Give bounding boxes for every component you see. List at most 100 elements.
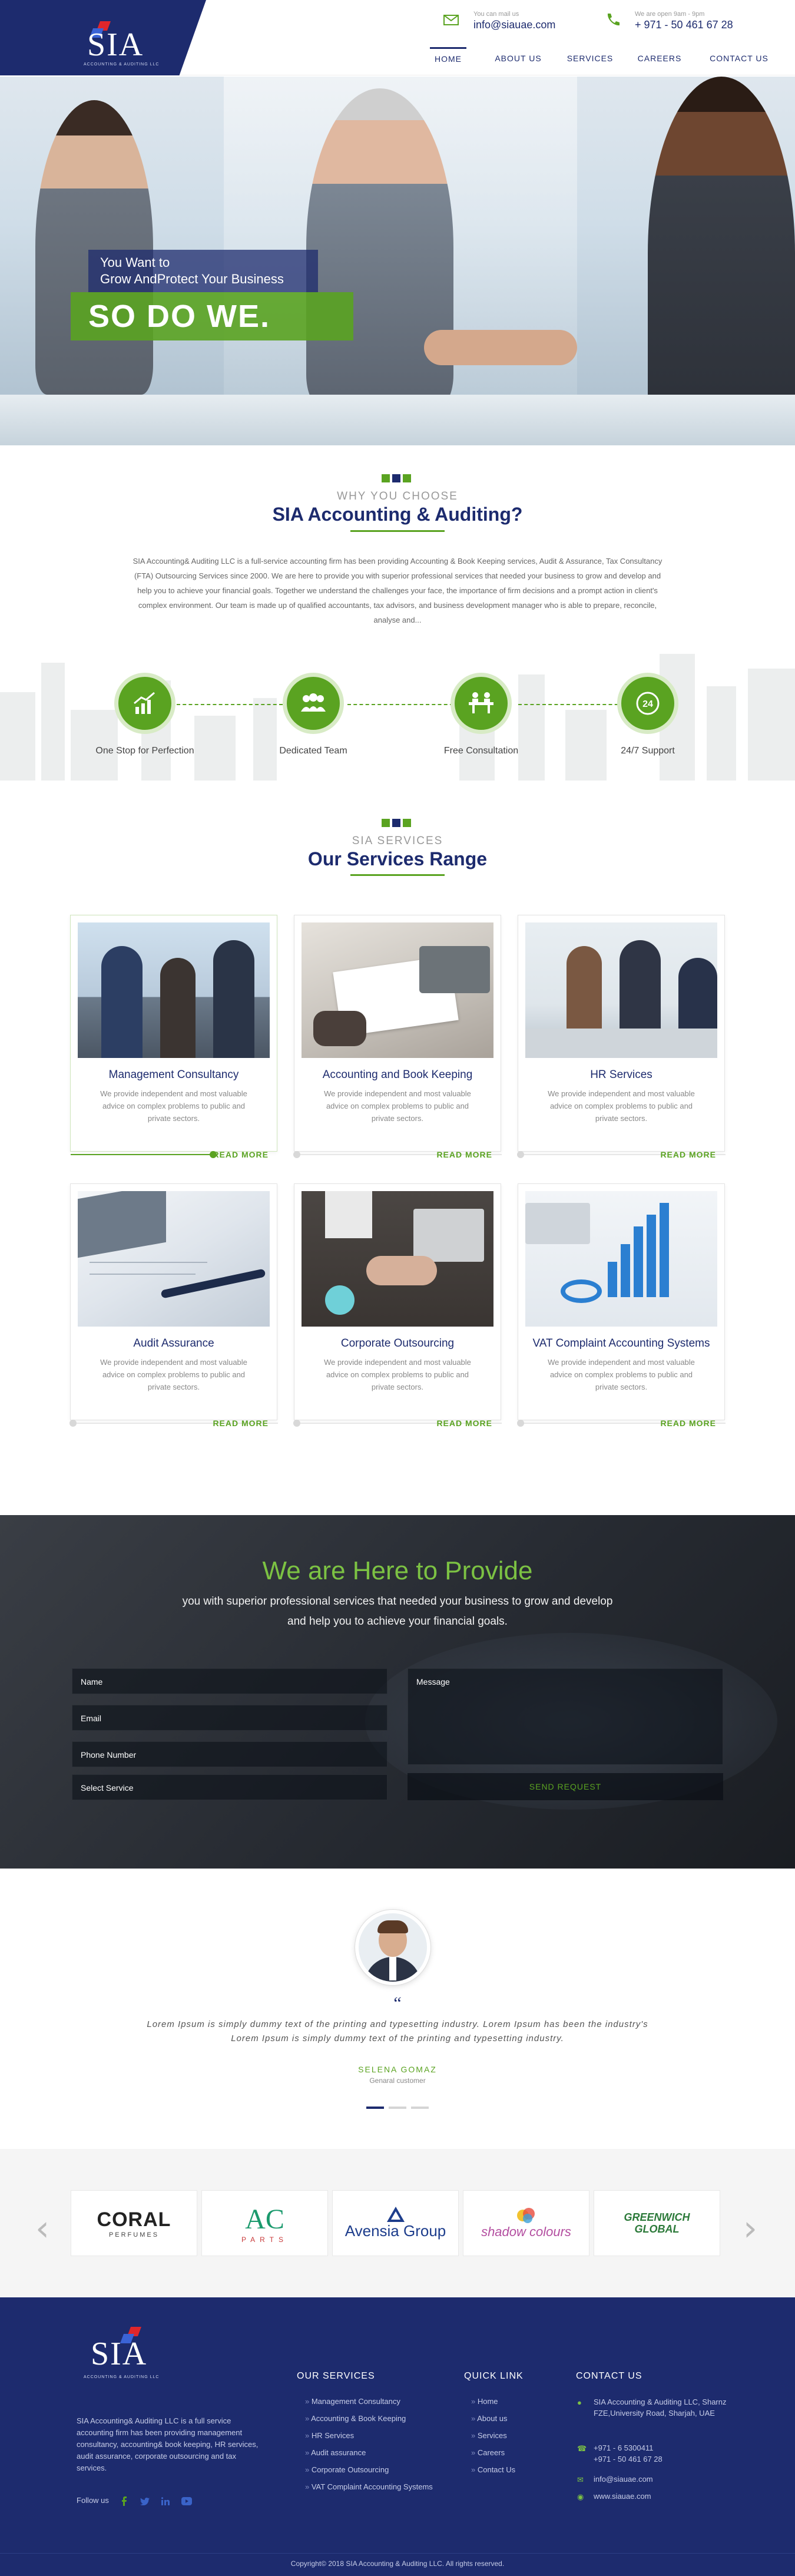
clients-next-arrow-icon[interactable]: › [743, 2208, 757, 2249]
services-title: Our Services Range [307, 848, 488, 869]
footer-phone-2[interactable]: +971 - 50 461 67 28 [594, 2453, 736, 2465]
follow-us-label: Follow us [77, 2496, 109, 2505]
footer-phone-1[interactable]: +971 - 6 5300411 [594, 2442, 736, 2453]
phone-contact[interactable]: We are open 9am - 9pm + 971 - 50 461 67 … [604, 8, 734, 35]
service-card-hr[interactable]: HR Services We provide independent and m… [517, 915, 726, 1159]
service-card-vat[interactable]: VAT Complaint Accounting Systems We prov… [517, 1183, 726, 1428]
carousel-dot[interactable] [411, 2107, 429, 2109]
nav-services[interactable]: SERVICES [561, 47, 620, 75]
request-form-section: We are Here to Provide you with superior… [0, 1515, 795, 1869]
client-logo-avensia[interactable]: Avensia Group [332, 2190, 459, 2256]
service-select[interactable]: Select Service [72, 1774, 387, 1800]
service-title: HR Services [590, 1069, 652, 1081]
read-more-link[interactable]: READ MORE [436, 1150, 492, 1159]
service-image [302, 922, 493, 1058]
service-title: Accounting and Book Keeping [322, 1069, 473, 1081]
linkedin-icon[interactable] [161, 2497, 170, 2505]
site-header: SIA ACCOUNTING & AUDITING LLC You can ma… [0, 0, 795, 75]
footer-address: ● SIA Accounting & Auditing LLC, Sharnz … [577, 2396, 736, 2419]
carousel-dot[interactable] [389, 2107, 406, 2109]
growth-chart-icon [114, 673, 175, 734]
clients-prev-arrow-icon[interactable]: ‹ [35, 2208, 49, 2249]
service-card-management[interactable]: Management Consultancy We provide indepe… [70, 915, 277, 1159]
footer-service-link[interactable]: Management Consultancy [305, 2393, 433, 2410]
service-image [525, 1191, 717, 1327]
mail-contact[interactable]: You can mail us info@siauae.com [443, 8, 561, 35]
footer-service-link[interactable]: VAT Complaint Accounting Systems [305, 2478, 433, 2495]
footer-service-link[interactable]: Corporate Outsourcing [305, 2461, 433, 2478]
form-title: We are Here to Provide [262, 1556, 533, 1585]
nav-careers[interactable]: CAREERS [630, 47, 689, 75]
clients-section: ‹ › CORAL PERFUMES AC PARTS Avensia Grou… [0, 2149, 795, 2297]
client-name: GREENWICH GLOBAL [624, 2211, 690, 2235]
meeting-icon [450, 673, 512, 734]
footer-quick-link[interactable]: Services [471, 2427, 515, 2444]
service-progress-dot [69, 1420, 77, 1427]
footer-services-list: Management Consultancy Accounting & Book… [305, 2393, 433, 2495]
message-field[interactable]: Message [408, 1668, 723, 1765]
hero-partner-figure [648, 77, 795, 430]
service-description: We provide independent and most valuable… [100, 1089, 247, 1123]
read-more-link[interactable]: READ MORE [213, 1418, 269, 1428]
name-field[interactable]: Name [72, 1668, 387, 1694]
form-subtitle-line-1: you with superior professional services … [182, 1595, 613, 1608]
service-title: Audit Assurance [133, 1337, 214, 1350]
footer-email-text[interactable]: info@siauae.com [594, 2475, 653, 2484]
client-logo-coral[interactable]: CORAL PERFUMES [71, 2190, 197, 2256]
nav-contact[interactable]: CONTACT US [701, 47, 777, 75]
phone-field[interactable]: Phone Number [72, 1741, 387, 1767]
map-pin-icon: ● [577, 2398, 582, 2407]
hero-tagline: You Want to Grow AndProtect Your Busines… [88, 250, 318, 292]
feature-free-consultation: Free Consultation [422, 673, 540, 756]
read-more-link[interactable]: READ MORE [660, 1150, 716, 1159]
phone-value[interactable]: + 971 - 50 461 67 28 [635, 19, 733, 31]
send-request-button[interactable]: SEND REQUEST [408, 1773, 723, 1800]
logo-panel[interactable]: SIA ACCOUNTING & AUDITING LLC [0, 0, 206, 75]
carousel-dot-active[interactable] [366, 2107, 384, 2109]
footer-service-link[interactable]: Audit assurance [305, 2444, 433, 2461]
read-more-link[interactable]: READ MORE [213, 1150, 269, 1159]
client-sub: PERFUMES [108, 2231, 160, 2238]
client-logo-ac-parts[interactable]: AC PARTS [201, 2190, 328, 2256]
copyright: Copyright© 2018 SIA Accounting & Auditin… [0, 2553, 795, 2568]
envelope-icon: ✉ [577, 2475, 584, 2484]
read-more-link[interactable]: READ MORE [660, 1418, 716, 1428]
mail-label: You can mail us [473, 11, 519, 18]
quote-icon: “ [393, 1993, 402, 2013]
service-card-outsourcing[interactable]: Corporate Outsourcing We provide indepen… [293, 1183, 502, 1428]
envelope-icon [443, 15, 459, 25]
footer-email: ✉ info@siauae.com [577, 2474, 736, 2485]
youtube-icon[interactable] [181, 2497, 192, 2505]
testimonial-role: Genaral customer [369, 2076, 426, 2085]
footer-quick-link[interactable]: About us [471, 2410, 515, 2427]
service-description: We provide independent and most valuable… [548, 1089, 695, 1123]
nav-about[interactable]: ABOUT US [489, 47, 548, 75]
mail-value[interactable]: info@siauae.com [473, 19, 555, 31]
footer-service-link[interactable]: HR Services [305, 2427, 433, 2444]
footer-quick-link[interactable]: Home [471, 2393, 515, 2410]
client-logo-shadow-colours[interactable]: shadow colours [463, 2190, 589, 2256]
footer-logo-text[interactable]: SIA [91, 2335, 147, 2373]
footer-website-text[interactable]: www.siauae.com [594, 2492, 651, 2501]
hero-banner: You Want to Grow AndProtect Your Busines… [0, 77, 795, 445]
footer-phones: ☎ +971 - 6 5300411 +971 - 50 461 67 28 [577, 2442, 736, 2465]
facebook-icon[interactable] [120, 2496, 127, 2506]
main-nav: HOME ABOUT US SERVICES CAREERS CONTACT U… [430, 47, 795, 75]
twitter-icon[interactable] [140, 2498, 150, 2505]
feature-label: Dedicated Team [279, 746, 347, 756]
services-kicker: SIA SERVICES [352, 835, 443, 847]
why-description: SIA Accounting& Auditing LLC is a full-s… [132, 557, 662, 624]
footer-quick-link[interactable]: Contact Us [471, 2461, 515, 2478]
hero-table [0, 395, 795, 445]
nav-home[interactable]: HOME [430, 47, 466, 75]
footer-quick-link[interactable]: Careers [471, 2444, 515, 2461]
service-card-audit[interactable]: Audit Assurance We provide independent a… [69, 1183, 278, 1428]
service-description: We provide independent and most valuable… [548, 1358, 695, 1391]
service-description: We provide independent and most valuable… [100, 1358, 247, 1391]
footer-service-link[interactable]: Accounting & Book Keeping [305, 2410, 433, 2427]
service-card-accounting[interactable]: Accounting and Book Keeping We provide i… [293, 915, 502, 1159]
form-subtitle: you with superior professional services … [0, 1592, 795, 1632]
read-more-link[interactable]: READ MORE [436, 1418, 492, 1428]
client-logo-greenwich[interactable]: GREENWICH GLOBAL [594, 2190, 720, 2256]
email-field[interactable]: Email [72, 1705, 387, 1731]
